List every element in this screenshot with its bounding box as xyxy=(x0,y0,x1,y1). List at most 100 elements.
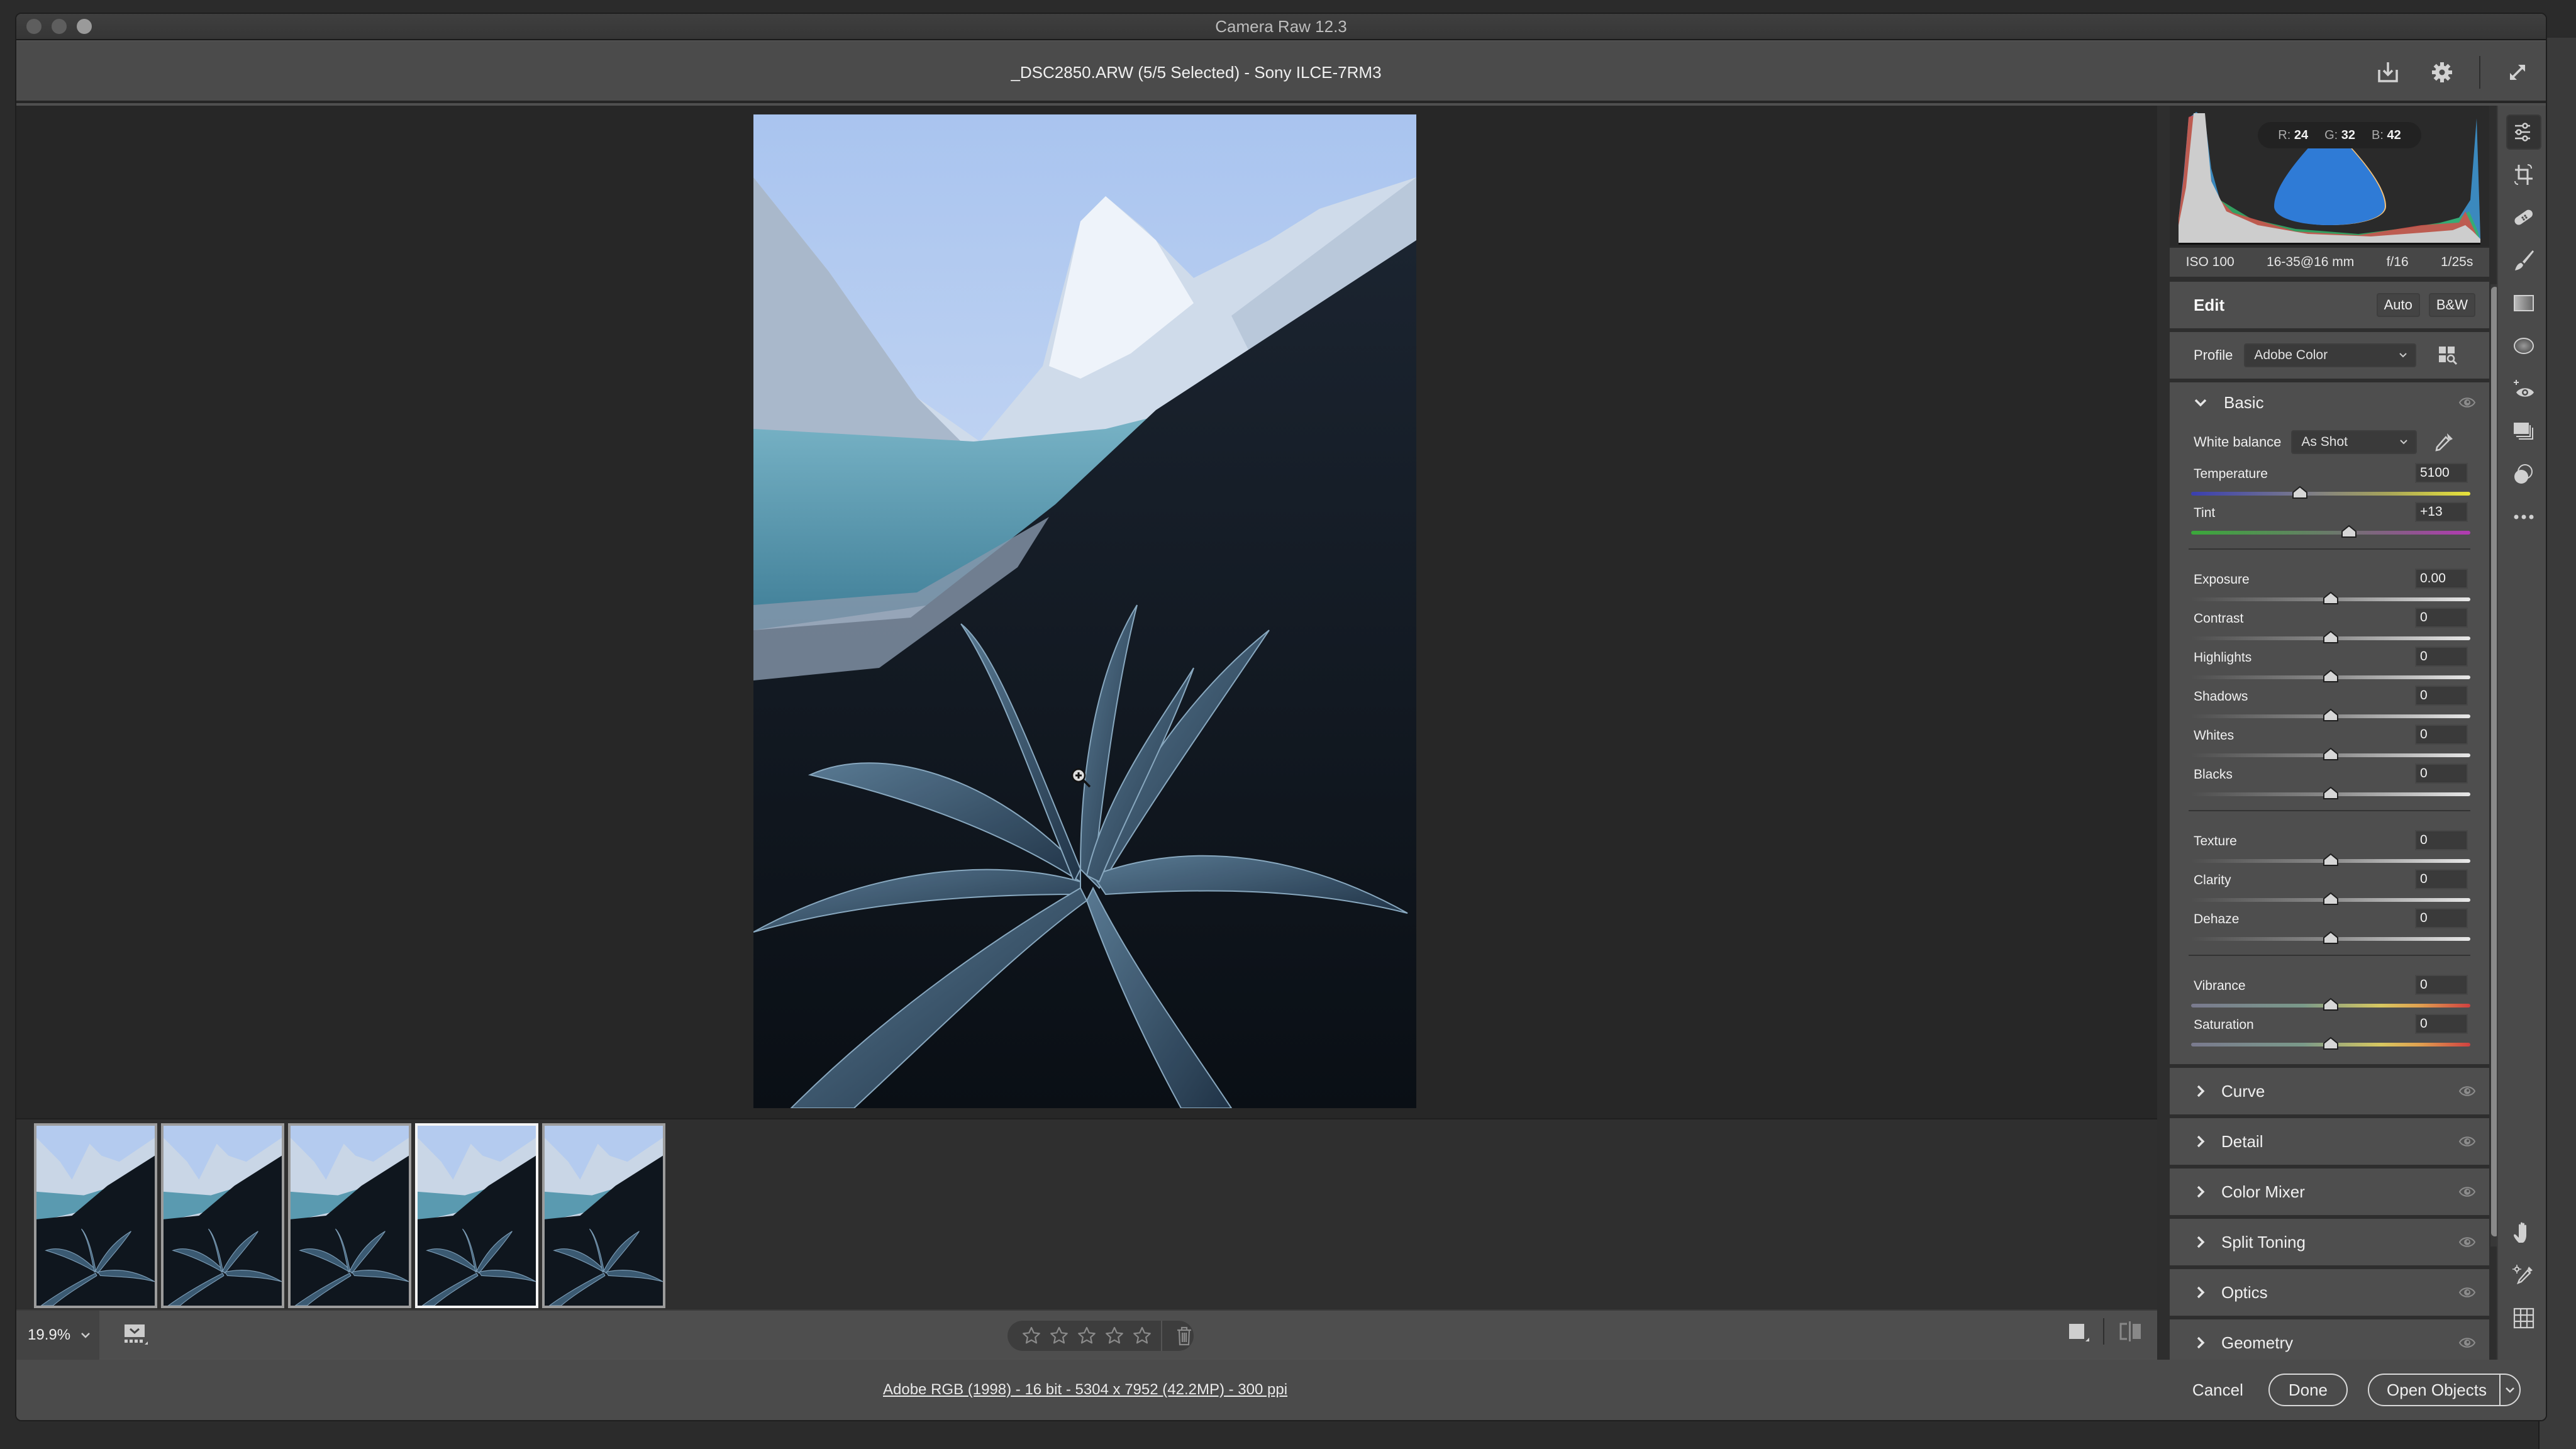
tint-slider-handle[interactable] xyxy=(2341,525,2357,538)
temperature-value-field[interactable]: 5100 xyxy=(2415,463,2468,483)
filmstrip-thumbnail[interactable] xyxy=(288,1123,411,1308)
toggle-fullscreen-button[interactable] xyxy=(2501,55,2534,89)
optics-section-header[interactable]: Optics xyxy=(2170,1269,2489,1316)
dehaze-slider: Dehaze 0 xyxy=(2191,907,2470,946)
snapshots-tool-button[interactable] xyxy=(2506,414,2541,449)
toggle-visibility-eye-icon[interactable] xyxy=(2459,1135,2475,1148)
highlights-value-field[interactable]: 0 xyxy=(2415,647,2468,667)
texture-slider-handle[interactable] xyxy=(2323,853,2339,867)
toggle-visibility-eye-icon[interactable] xyxy=(2459,1336,2475,1349)
temperature-track[interactable] xyxy=(2191,492,2470,496)
basic-section-header[interactable]: Basic xyxy=(2170,382,2489,423)
saturation-slider-handle[interactable] xyxy=(2323,1036,2339,1050)
radial-filter-tool-button[interactable] xyxy=(2506,328,2541,364)
zoom-window-button[interactable] xyxy=(77,19,92,34)
blacks-slider-handle[interactable] xyxy=(2323,786,2339,800)
filmstrip-thumbnail[interactable] xyxy=(415,1123,538,1308)
contrast-value-field[interactable]: 0 xyxy=(2415,608,2468,628)
texture-value-field[interactable]: 0 xyxy=(2415,830,2468,850)
black-and-white-button[interactable]: B&W xyxy=(2428,293,2475,317)
spot-removal-bandage-tool-button[interactable] xyxy=(2506,200,2541,235)
geometry-section-header[interactable]: Geometry xyxy=(2170,1319,2489,1360)
shadows-value-field[interactable]: 0 xyxy=(2415,686,2468,706)
tint-value-field[interactable]: +13 xyxy=(2415,502,2468,522)
white-balance-dropdown[interactable]: As Shot xyxy=(2291,430,2418,454)
zoom-level-select[interactable]: 19.9% xyxy=(16,1311,99,1360)
filmstrip-options-icon[interactable] xyxy=(123,1322,148,1347)
blacks-value-field[interactable]: 0 xyxy=(2415,763,2468,784)
image-preview-area[interactable] xyxy=(16,106,2157,1118)
red-eye-icon xyxy=(2514,380,2534,397)
rating-star-icon[interactable] xyxy=(1021,1326,1041,1346)
profile-dropdown[interactable]: Adobe Color xyxy=(2244,343,2417,367)
adjustment-brush-icon xyxy=(2515,250,2534,270)
presets-tool-button[interactable] xyxy=(2506,457,2541,492)
grid-overlay-button[interactable] xyxy=(2506,1301,2541,1336)
tool-strip xyxy=(2497,106,2546,1360)
vibrance-value-field[interactable]: 0 xyxy=(2415,975,2468,995)
curve-section-title: Curve xyxy=(2221,1081,2265,1101)
preview-photo[interactable] xyxy=(753,114,1416,1108)
open-options-dropdown[interactable] xyxy=(2501,1375,2519,1405)
open-objects-button[interactable]: Open Objects xyxy=(2369,1375,2501,1405)
saturation-value-field[interactable]: 0 xyxy=(2415,1014,2468,1034)
filmstrip-thumbnail[interactable] xyxy=(34,1123,157,1308)
rating-star-icon[interactable] xyxy=(1049,1326,1069,1346)
tint-track[interactable] xyxy=(2191,531,2470,535)
adjustment-brush-tool-button[interactable] xyxy=(2506,243,2541,278)
shadows-slider-handle[interactable] xyxy=(2323,708,2339,722)
detail-section-header[interactable]: Detail xyxy=(2170,1118,2489,1165)
toggle-visibility-eye-icon[interactable] xyxy=(2459,1286,2475,1299)
dehaze-value-field[interactable]: 0 xyxy=(2415,908,2468,928)
vibrance-slider-handle[interactable] xyxy=(2323,997,2339,1011)
done-button[interactable]: Done xyxy=(2268,1374,2348,1406)
tint-label: Tint xyxy=(2194,506,2216,520)
red-eye-tool-button[interactable] xyxy=(2506,371,2541,406)
toggle-visibility-eye-icon[interactable] xyxy=(2459,396,2475,409)
shadows-slider: Shadows 0 xyxy=(2191,684,2470,723)
mark-for-delete-trash-icon[interactable] xyxy=(1175,1326,1194,1346)
profile-browser-icon[interactable] xyxy=(2438,345,2458,365)
toggle-visibility-eye-icon[interactable] xyxy=(2459,1236,2475,1248)
close-window-button[interactable] xyxy=(26,19,42,34)
crop-rotate-tool-button[interactable] xyxy=(2506,157,2541,192)
exposure-slider-handle[interactable] xyxy=(2323,591,2339,605)
single-view-icon[interactable] xyxy=(2067,1320,2089,1343)
toggle-visibility-eye-icon[interactable] xyxy=(2459,1085,2475,1097)
before-after-view-icon[interactable] xyxy=(2118,1320,2143,1343)
minimize-window-button[interactable] xyxy=(52,19,67,34)
white-balance-eyedropper-icon[interactable] xyxy=(2433,431,2455,453)
toggle-visibility-eye-icon[interactable] xyxy=(2459,1185,2475,1198)
clarity-slider-handle[interactable] xyxy=(2323,892,2339,906)
graduated-filter-tool-button[interactable] xyxy=(2506,286,2541,321)
save-image-button[interactable] xyxy=(2371,55,2405,89)
temperature-slider-handle[interactable] xyxy=(2292,486,2308,499)
rating-star-icon[interactable] xyxy=(1104,1326,1124,1346)
workflow-options-link[interactable]: Adobe RGB (1998) - 16 bit - 5304 x 7952 … xyxy=(883,1381,1287,1399)
whites-slider-handle[interactable] xyxy=(2323,747,2339,761)
auto-button[interactable]: Auto xyxy=(2376,293,2420,317)
edit-title: Edit xyxy=(2194,295,2225,314)
dehaze-slider-handle[interactable] xyxy=(2323,931,2339,945)
more-options-tool-button[interactable] xyxy=(2506,499,2541,535)
edit-sliders-tool-button[interactable] xyxy=(2506,114,2541,150)
graduated-filter-icon xyxy=(2514,295,2534,311)
filmstrip-thumbnail[interactable] xyxy=(161,1123,284,1308)
color-sampler-button[interactable] xyxy=(2506,1258,2541,1293)
clarity-value-field[interactable]: 0 xyxy=(2415,869,2468,889)
curve-section-header[interactable]: Curve xyxy=(2170,1068,2489,1114)
rating-star-icon[interactable] xyxy=(1077,1326,1097,1346)
red-readout: R: 24 xyxy=(2278,128,2309,142)
filmstrip-thumbnail[interactable] xyxy=(542,1123,665,1308)
split-toning-section-header[interactable]: Split Toning xyxy=(2170,1219,2489,1265)
contrast-slider-handle[interactable] xyxy=(2323,630,2339,644)
highlights-slider-handle[interactable] xyxy=(2323,669,2339,683)
zoom-level-value: 19.9% xyxy=(28,1326,71,1343)
rating-star-icon[interactable] xyxy=(1132,1326,1152,1346)
preferences-button[interactable] xyxy=(2425,55,2459,89)
exposure-value-field[interactable]: 0.00 xyxy=(2415,569,2468,589)
whites-value-field[interactable]: 0 xyxy=(2415,724,2468,745)
color-mixer-section-header[interactable]: Color Mixer xyxy=(2170,1169,2489,1215)
hand-tool-button[interactable] xyxy=(2506,1215,2541,1250)
cancel-button[interactable]: Cancel xyxy=(2187,1380,2248,1400)
